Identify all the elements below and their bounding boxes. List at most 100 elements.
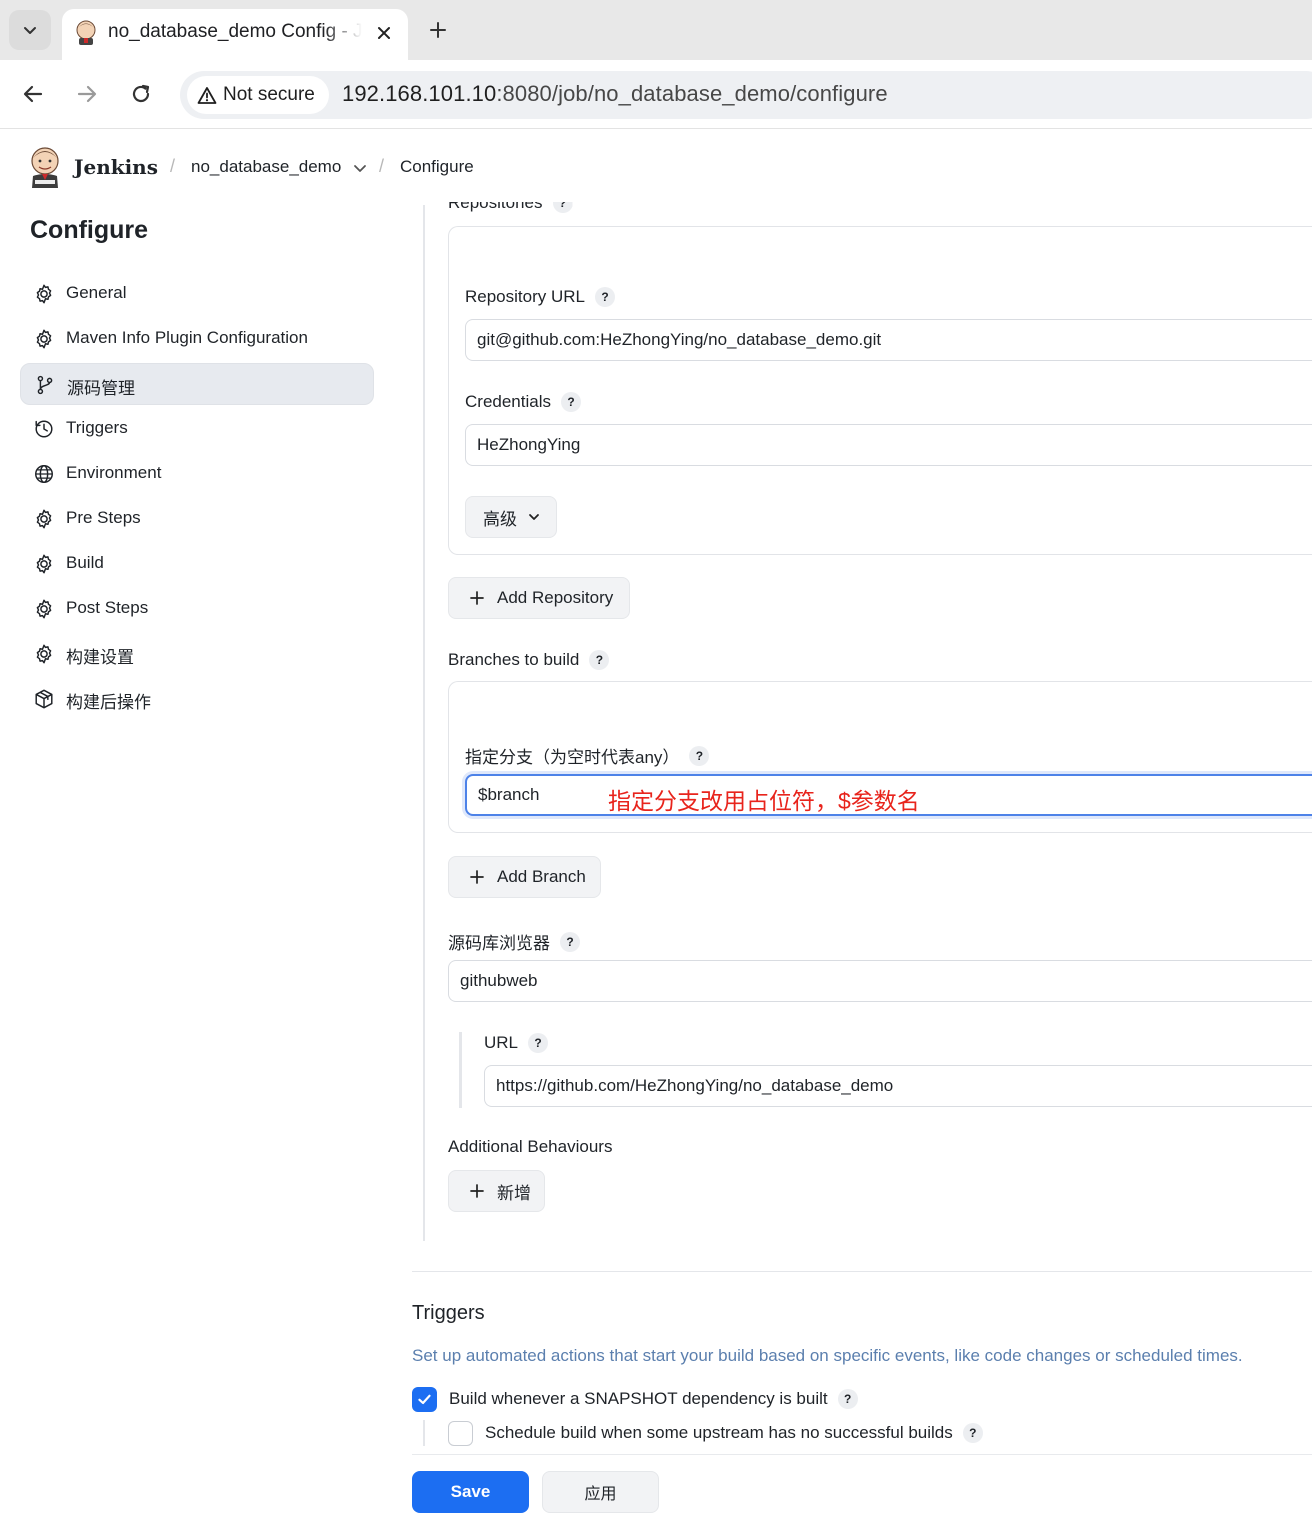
sidebar-item[interactable]: Maven Info Plugin Configuration xyxy=(20,318,374,360)
snapshot-dependency-checkbox[interactable] xyxy=(412,1387,437,1412)
url-host: 192.168.101.10 xyxy=(342,81,497,106)
sidebar-item-label: Maven Info Plugin Configuration xyxy=(66,328,308,347)
sidebar-item-label: Environment xyxy=(66,463,162,482)
annotation-text: 指定分支改用占位符，$参数名 xyxy=(608,788,920,814)
sidebar-item[interactable]: 构建后操作 xyxy=(20,678,374,720)
credentials-label: Credentials ? xyxy=(465,392,581,412)
breadcrumb-separator: / xyxy=(379,156,385,176)
add-behaviour-label: 新增 xyxy=(497,1183,531,1203)
chevron-down-icon xyxy=(529,514,539,520)
jenkins-logo-icon[interactable] xyxy=(28,146,62,188)
clock-icon xyxy=(32,418,56,440)
browser-url-label-text: URL xyxy=(484,1033,519,1052)
help-icon[interactable]: ? xyxy=(561,392,581,412)
repository-panel xyxy=(448,226,1312,555)
browser-toolbar: Not secure 192.168.101.10:8080/job/no_da… xyxy=(0,60,1312,129)
triggers-section-description: Set up automated actions that start your… xyxy=(412,1346,1243,1365)
nested-rail xyxy=(459,1032,462,1108)
branches-label-text: Branches to build xyxy=(448,650,580,669)
arrow-right-icon xyxy=(77,85,97,103)
sidebar-item-label: General xyxy=(66,283,127,302)
repository-browser-select[interactable]: githubweb xyxy=(448,960,1312,1002)
site-info-chip[interactable]: Not secure xyxy=(187,76,329,114)
snapshot-dependency-label: Build whenever a SNAPSHOT dependency is … xyxy=(449,1389,858,1409)
gear-icon xyxy=(32,508,56,530)
add-behaviour-button[interactable]: 新增 xyxy=(448,1170,545,1212)
breadcrumb-current[interactable]: Configure xyxy=(400,157,474,177)
upstream-no-success-checkbox[interactable] xyxy=(448,1421,473,1446)
sidebar-item-label: Triggers xyxy=(66,418,128,437)
jenkins-home-link[interactable]: Jenkins xyxy=(74,155,158,179)
chevron-down-icon[interactable] xyxy=(352,160,368,176)
sidebar-item-label: 构建后操作 xyxy=(66,693,151,712)
branch-specifier-label: 指定分支（为空时代表any） ? xyxy=(465,743,710,768)
add-repository-label: Add Repository xyxy=(497,588,614,607)
breadcrumb-separator: / xyxy=(170,156,176,176)
nested-rail xyxy=(423,1420,425,1446)
tab-close-button[interactable] xyxy=(372,21,396,45)
sidebar-item-label: 源码管理 xyxy=(67,379,135,398)
arrow-left-icon xyxy=(23,85,43,103)
repository-url-input[interactable]: git@github.com:HeZhongYing/no_database_d… xyxy=(465,319,1312,361)
gear-icon xyxy=(32,283,56,305)
browser-url-label: URL ? xyxy=(484,1033,549,1053)
repository-browser-label: 源码库浏览器 ? xyxy=(448,929,580,954)
plus-icon xyxy=(430,22,446,38)
help-icon[interactable]: ? xyxy=(837,1389,858,1409)
gear-icon xyxy=(32,553,56,575)
gear-icon xyxy=(32,598,56,620)
url-path: :8080/job/no_database_demo/configure xyxy=(496,81,888,106)
credentials-select[interactable]: HeZhongYing xyxy=(465,424,1312,466)
sidebar-item[interactable]: Environment xyxy=(20,453,374,495)
close-icon xyxy=(378,27,390,39)
plus-icon xyxy=(470,870,484,884)
sidebar-item[interactable]: General xyxy=(20,273,374,315)
add-branch-button[interactable]: Add Branch xyxy=(448,856,601,898)
url-text[interactable]: 192.168.101.10:8080/job/no_database_demo… xyxy=(342,81,888,107)
repository-browser-label-text: 源码库浏览器 xyxy=(448,934,550,953)
sidebar-item[interactable]: 构建设置 xyxy=(20,633,374,675)
not-secure-label: Not secure xyxy=(223,84,315,105)
triggers-section-title: Triggers xyxy=(412,1302,485,1324)
sidebar-item-label: 构建设置 xyxy=(66,648,134,667)
save-button[interactable]: Save xyxy=(412,1471,529,1513)
upstream-no-success-label-text: Schedule build when some upstream has no… xyxy=(485,1423,953,1442)
help-icon[interactable]: ? xyxy=(589,650,610,670)
address-bar[interactable]: Not secure 192.168.101.10:8080/job/no_da… xyxy=(180,71,1312,119)
package-icon xyxy=(32,688,56,710)
reload-button[interactable] xyxy=(125,78,157,110)
section-divider xyxy=(412,1271,1312,1272)
new-tab-button[interactable] xyxy=(424,16,452,44)
additional-behaviours-label-text: Additional Behaviours xyxy=(448,1137,613,1156)
checkmark-icon xyxy=(418,1394,431,1405)
advanced-button[interactable]: 高级 xyxy=(465,496,557,538)
sidebar-item[interactable]: Build xyxy=(20,543,374,585)
repository-url-label: Repository URL ? xyxy=(465,287,615,307)
back-button[interactable] xyxy=(17,78,49,110)
browser-tab-bar: no_database_demo Config - Jenkins xyxy=(0,0,1312,60)
help-icon[interactable]: ? xyxy=(528,1033,549,1053)
browser-url-input[interactable]: https://github.com/HeZhongYing/no_databa… xyxy=(484,1065,1312,1107)
help-icon[interactable]: ? xyxy=(560,931,580,952)
page-title: Configure xyxy=(30,216,149,244)
sidebar-item[interactable]: Post Steps xyxy=(20,588,374,630)
help-icon[interactable]: ? xyxy=(595,287,615,307)
forward-button[interactable] xyxy=(71,78,103,110)
plus-icon xyxy=(470,591,484,605)
plus-icon xyxy=(470,1184,484,1198)
sidebar-item[interactable]: Pre Steps xyxy=(20,498,374,540)
help-icon[interactable]: ? xyxy=(689,745,710,766)
help-icon[interactable]: ? xyxy=(962,1423,983,1443)
sidebar-item[interactable]: 源码管理 xyxy=(20,363,374,405)
sidebar-item-label: Build xyxy=(66,553,104,572)
tab-search-button[interactable] xyxy=(9,10,51,50)
apply-button[interactable]: 应用 xyxy=(542,1471,659,1513)
globe-icon xyxy=(32,463,56,485)
add-repository-button[interactable]: Add Repository xyxy=(448,577,630,619)
sidebar-item-label: Post Steps xyxy=(66,598,149,617)
sidebar-item[interactable]: Triggers xyxy=(20,408,374,450)
breadcrumb-job-link[interactable]: no_database_demo xyxy=(191,157,341,177)
browser-tab[interactable]: no_database_demo Config - Jenkins xyxy=(62,9,408,60)
snapshot-dependency-label-text: Build whenever a SNAPSHOT dependency is … xyxy=(449,1389,828,1408)
chevron-down-icon xyxy=(24,27,36,34)
